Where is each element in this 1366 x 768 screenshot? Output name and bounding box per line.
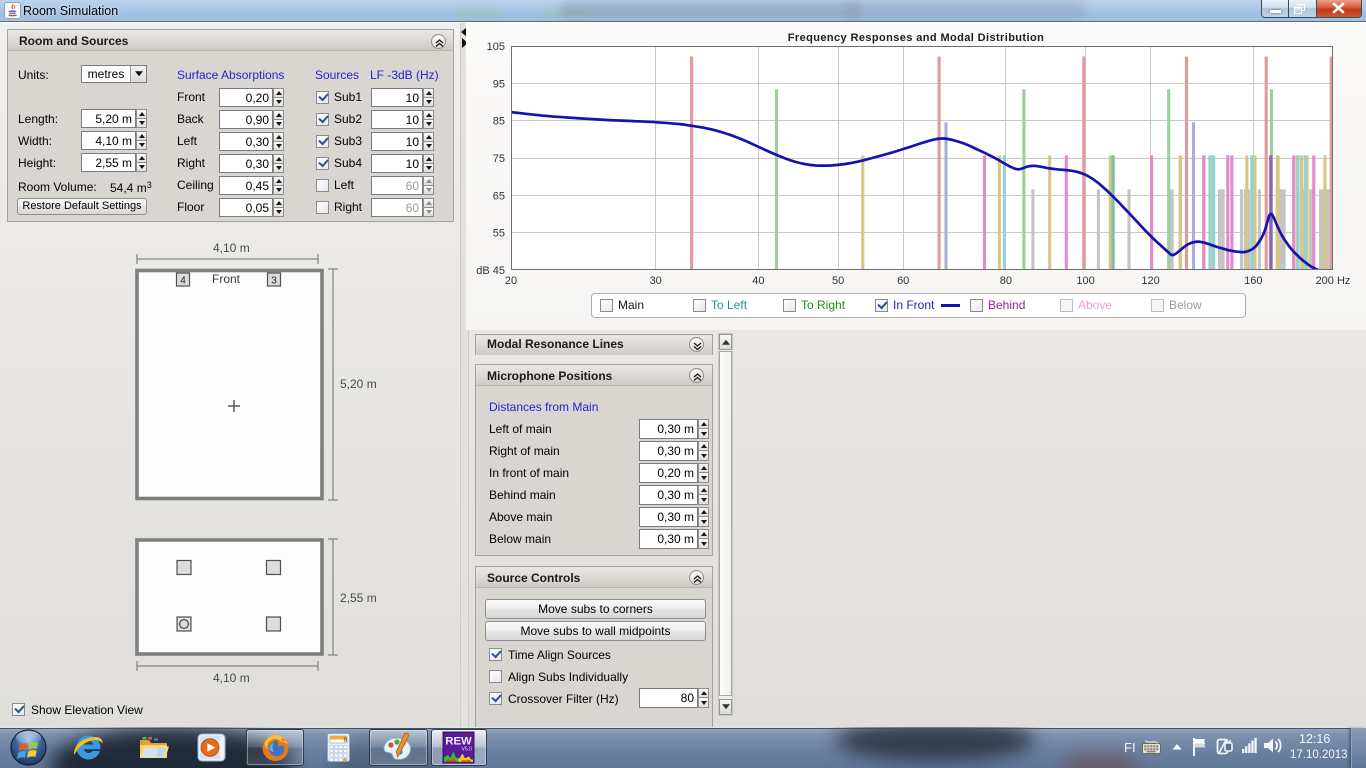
svg-text:dB 45: dB 45 [476,265,505,277]
svg-text:60: 60 [897,275,909,287]
svg-text:3: 3 [271,276,277,287]
svg-text:160: 160 [1244,275,1262,287]
svg-text:105: 105 [487,41,505,53]
svg-text:V5.0: V5.0 [461,747,472,753]
svg-text:4: 4 [180,276,186,287]
svg-text:75: 75 [493,153,505,165]
svg-text:65: 65 [493,190,505,202]
svg-text:95: 95 [493,78,505,90]
svg-text:120: 120 [1141,275,1159,287]
svg-text:80: 80 [1000,275,1012,287]
svg-text:50: 50 [832,275,844,287]
svg-text:55: 55 [493,228,505,240]
svg-text:Frequency Responses and Modal: Frequency Responses and Modal Distributi… [788,32,1044,44]
svg-text:40: 40 [752,275,764,287]
svg-text:85: 85 [493,116,505,128]
svg-text:30: 30 [650,275,662,287]
svg-text:100: 100 [1076,275,1094,287]
svg-text:20: 20 [505,275,517,287]
svg-text:0: 0 [344,737,348,744]
svg-text:200 Hz: 200 Hz [1316,275,1351,287]
